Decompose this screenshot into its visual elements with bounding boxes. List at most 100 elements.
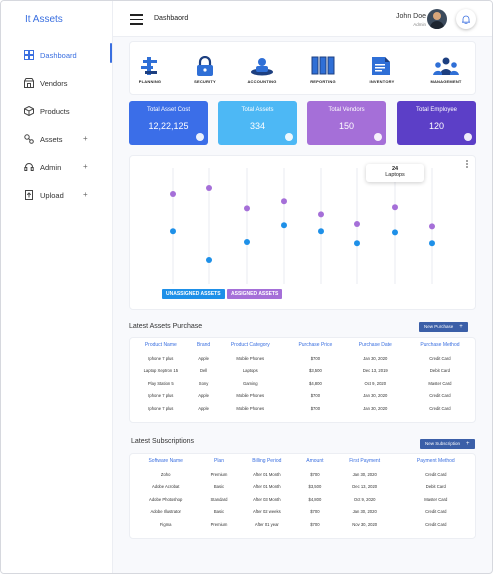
stat-card-assets[interactable]: Total Assets 334 <box>218 101 297 145</box>
expand-icon[interactable]: + <box>83 134 88 143</box>
assigned-point[interactable] <box>318 211 324 218</box>
column-header[interactable]: Billing Period <box>237 454 297 468</box>
stat-card-employees[interactable]: Total Employee 120 <box>397 101 476 145</box>
headset-icon <box>24 162 34 172</box>
category-reporting[interactable]: REPORTING <box>293 56 353 84</box>
column-header[interactable]: Product Category <box>215 338 285 352</box>
stat-title: Total Vendors <box>328 107 365 113</box>
unassigned-point[interactable] <box>170 228 176 235</box>
purchases-title: Latest Assets Purchase <box>129 323 203 330</box>
column-header[interactable]: Plan <box>201 454 236 468</box>
table-cell: Dec 13, 2020 <box>352 484 378 490</box>
unassigned-point[interactable] <box>281 222 287 229</box>
sidebar-item-vendors[interactable]: Vendors <box>1 69 113 97</box>
sidebar-item-dashboard[interactable]: Dashboard <box>1 41 113 69</box>
table-row[interactable]: Adobe Acrobat Basic After 01 Month $3,500 De… <box>130 481 475 494</box>
category-planning[interactable]: PLANNING <box>120 56 180 84</box>
legend-unassigned[interactable]: UNASSIGNED ASSETS <box>162 289 225 299</box>
app-logo[interactable]: It Assets <box>25 14 63 25</box>
table-cell: Debit Card <box>425 484 446 490</box>
table-cell: Jan 30, 2020 <box>352 471 377 477</box>
assets-chart: 24 Laptops UNASSIGNED ASSETS ASSIGNED AS… <box>129 155 476 310</box>
assigned-point[interactable] <box>392 204 398 211</box>
table-cell: Adobe Illustrator <box>150 509 181 515</box>
notification-button[interactable] <box>456 9 476 29</box>
stat-card-asset-cost[interactable]: Total Asset Cost 12,22,125 <box>129 101 208 145</box>
assigned-point[interactable] <box>281 198 287 205</box>
category-inventory[interactable]: INVENTORY <box>352 56 412 84</box>
stat-card-vendors[interactable]: Total Vendors 150 <box>307 101 386 145</box>
stat-value: 150 <box>338 121 355 131</box>
table-cell: Premium <box>210 521 228 527</box>
sidebar-item-upload[interactable]: Upload + <box>1 181 113 209</box>
sidebar-item-products[interactable]: Products <box>1 97 113 125</box>
column-header[interactable]: Purchase Method <box>405 338 475 352</box>
table-cell: Master Card <box>424 496 448 502</box>
table-cell: Iphone 7 plus <box>148 355 174 361</box>
table-cell: Jan 30, 2020 <box>363 405 388 411</box>
table-cell: Iphone 7 plus <box>148 393 174 399</box>
unassigned-point[interactable] <box>429 240 435 247</box>
unassigned-point[interactable] <box>206 257 212 263</box>
assigned-point[interactable] <box>206 185 212 191</box>
column-header[interactable]: Purchase Price <box>285 338 346 352</box>
new-subscription-button[interactable]: New Subscription + <box>420 439 475 449</box>
sidebar-item-assets[interactable]: Assets + <box>1 125 113 153</box>
new-purchase-button[interactable]: New Purchase + <box>419 322 468 332</box>
table-cell: Adobe Photoshop <box>149 496 183 502</box>
table-cell: After 01 year <box>254 521 279 527</box>
more-icon[interactable] <box>465 160 469 170</box>
column-header[interactable]: Amount <box>297 454 333 468</box>
column-header[interactable]: Brand <box>192 338 216 352</box>
assigned-point[interactable] <box>429 223 435 230</box>
assigned-point[interactable] <box>170 191 176 197</box>
column-header[interactable]: Purchase Date <box>346 338 405 352</box>
unassigned-point[interactable] <box>392 229 398 236</box>
table-row[interactable]: Adobe Illustrator Basic After 02 weeks $700… <box>130 506 475 519</box>
sidebar-item-label: Admin <box>40 162 62 172</box>
expand-icon[interactable]: + <box>83 190 88 199</box>
category-strip: PLANNING SECURITY ACCOUNTING REPORTING I… <box>129 41 476 95</box>
column-header[interactable]: Software Name <box>130 454 201 468</box>
category-label: PLANNING <box>138 79 162 84</box>
category-management[interactable]: MANAGEMENT <box>416 56 476 84</box>
category-accounting[interactable]: ACCOUNTING <box>232 56 292 84</box>
table-cell: Apple <box>198 405 209 411</box>
table-cell: Premium <box>210 471 228 477</box>
assigned-point[interactable] <box>354 221 360 227</box>
assigned-point[interactable] <box>244 205 250 212</box>
table-cell: $700 <box>310 393 321 399</box>
table-row[interactable]: Iphone 7 plus Apple Mobile Phones $700 Jan 3… <box>130 352 475 365</box>
sidebar-item-admin[interactable]: Admin + <box>1 153 113 181</box>
top-bar: Dashbaord John Doe Admin <box>113 1 492 37</box>
subscriptions-title: Latest Subscriptions <box>131 438 195 445</box>
column-header[interactable]: First Payment <box>333 454 397 468</box>
expand-icon[interactable]: + <box>83 162 88 171</box>
column-header[interactable]: Payment Method <box>397 454 475 468</box>
legend-assigned[interactable]: ASSIGNED ASSETS <box>227 289 283 299</box>
unassigned-point[interactable] <box>354 240 360 247</box>
category-security[interactable]: SECURITY <box>175 56 235 84</box>
table-row[interactable]: Laptop Xeptron 15 Dell Laptops $3,500 Dec 13… <box>130 365 475 378</box>
table-row[interactable]: Iphone 7 plus Apple Mobile Phones $700 Jan 3… <box>130 390 475 403</box>
table-row[interactable]: Adobe Photoshop Standard After 03 Month $4,… <box>130 493 475 506</box>
menu-icon[interactable] <box>130 14 143 25</box>
table-cell: Nov 30, 2020 <box>352 521 378 527</box>
table-cell: Dec 13, 2019 <box>362 368 388 374</box>
table-cell: Gaming <box>242 380 258 386</box>
table-row[interactable]: Play Station 5 Sony Gaming $4,800 Oct 9, 202… <box>130 377 475 390</box>
sidebar-item-label: Vendors <box>40 78 68 88</box>
unassigned-point[interactable] <box>244 239 250 245</box>
table-row[interactable]: Figma Premium After 01 year $700 Nov 30, 202… <box>130 518 475 531</box>
column-header[interactable]: Product Name <box>130 338 192 352</box>
dashboard-icon <box>24 50 34 60</box>
planning-icon <box>141 57 157 75</box>
table-row[interactable]: Zoho Premium After 01 Month $700 Jan 30, 202… <box>130 468 475 481</box>
table-row[interactable]: Iphone 7 plus Apple Mobile Phones $700 Jan 3… <box>130 402 475 415</box>
avatar[interactable] <box>427 9 447 29</box>
table-cell: After 02 weeks <box>252 509 281 515</box>
table-cell: $700 <box>310 509 320 515</box>
table-cell: Iphone 7 plus <box>148 405 174 411</box>
unassigned-point[interactable] <box>318 228 324 235</box>
sidebar: It Assets Dashboard Vendors Products Ass… <box>1 1 113 573</box>
